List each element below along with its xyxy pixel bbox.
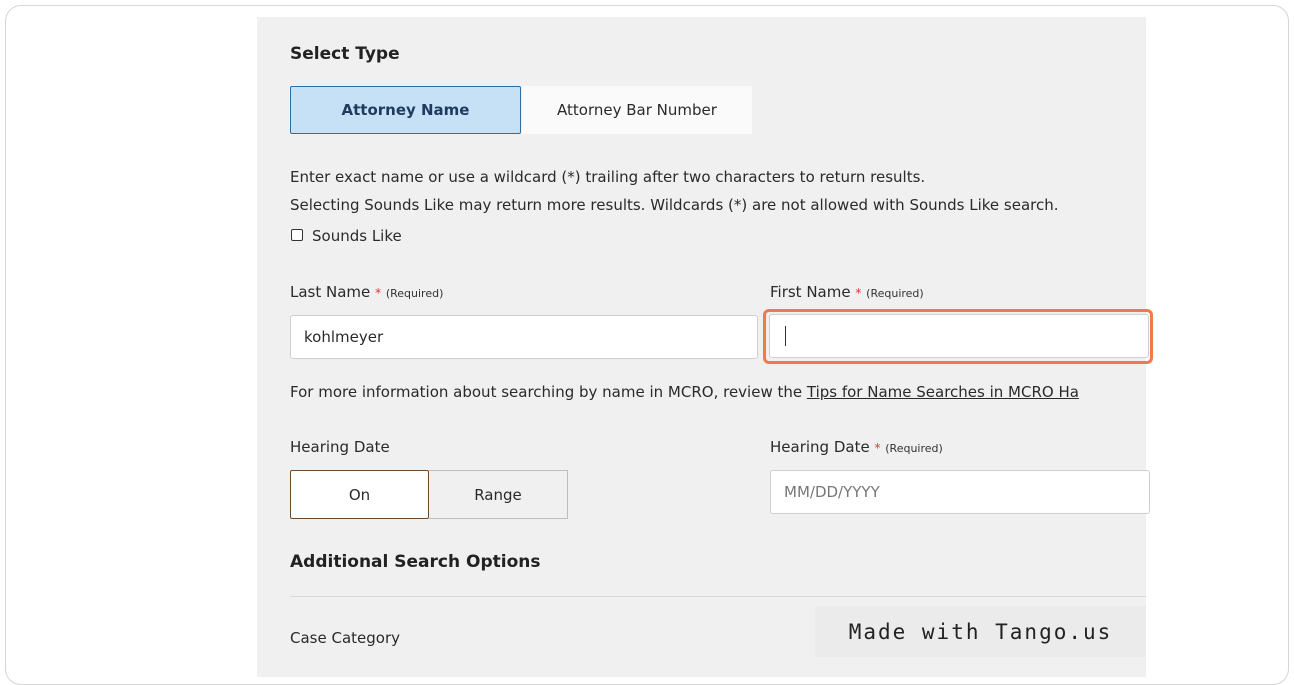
section-divider (290, 596, 1146, 597)
tango-watermark: Made with Tango.us (815, 606, 1146, 657)
name-search-info: For more information about searching by … (290, 383, 1146, 401)
sounds-like-label: Sounds Like (312, 227, 402, 245)
hearing-date-input[interactable]: MM/DD/YYYY (770, 470, 1150, 514)
first-name-required-marker: * (855, 286, 862, 300)
instructions-line-2: Selecting Sounds Like may return more re… (290, 196, 1059, 214)
sounds-like-checkbox[interactable] (291, 229, 303, 241)
last-name-required-note: (Required) (385, 287, 444, 300)
attorney-bar-number-button[interactable]: Attorney Bar Number (522, 86, 752, 134)
last-name-required-marker: * (375, 286, 382, 300)
hearing-date-required-note: (Required) (885, 442, 943, 455)
additional-search-options-heading: Additional Search Options (290, 552, 541, 572)
first-name-input[interactable] (769, 314, 1149, 358)
last-name-label-text: Last Name (290, 283, 371, 301)
hearing-date-on-label: On (348, 485, 371, 504)
select-type-heading: Select Type (290, 44, 400, 64)
hearing-date-on-button[interactable]: On (290, 470, 429, 519)
hearing-date-field-label: Hearing Date * (Required) (770, 438, 943, 456)
last-name-value: kohlmeyer (304, 328, 384, 346)
hearing-date-placeholder: MM/DD/YYYY (784, 483, 880, 501)
last-name-label: Last Name * (Required) (290, 283, 443, 301)
hearing-date-field-label-text: Hearing Date (770, 438, 870, 456)
first-name-label-text: First Name (770, 283, 851, 301)
first-name-label: First Name * (Required) (770, 283, 924, 301)
last-name-input[interactable]: kohlmeyer (290, 315, 758, 359)
hearing-date-range-button[interactable]: Range (429, 470, 568, 519)
first-name-required-note: (Required) (866, 287, 924, 300)
attorney-name-button[interactable]: Attorney Name (290, 86, 521, 134)
hearing-date-range-label: Range (474, 485, 522, 504)
name-search-tips-link[interactable]: Tips for Name Searches in MCRO Ha (807, 383, 1079, 401)
case-category-label: Case Category (290, 629, 400, 647)
hearing-date-mode-label: Hearing Date (290, 438, 390, 456)
text-cursor (785, 326, 786, 346)
instructions-line-1: Enter exact name or use a wildcard (*) t… (290, 168, 926, 186)
hearing-date-required-marker: * (874, 441, 881, 455)
name-search-info-text: For more information about searching by … (290, 383, 807, 401)
